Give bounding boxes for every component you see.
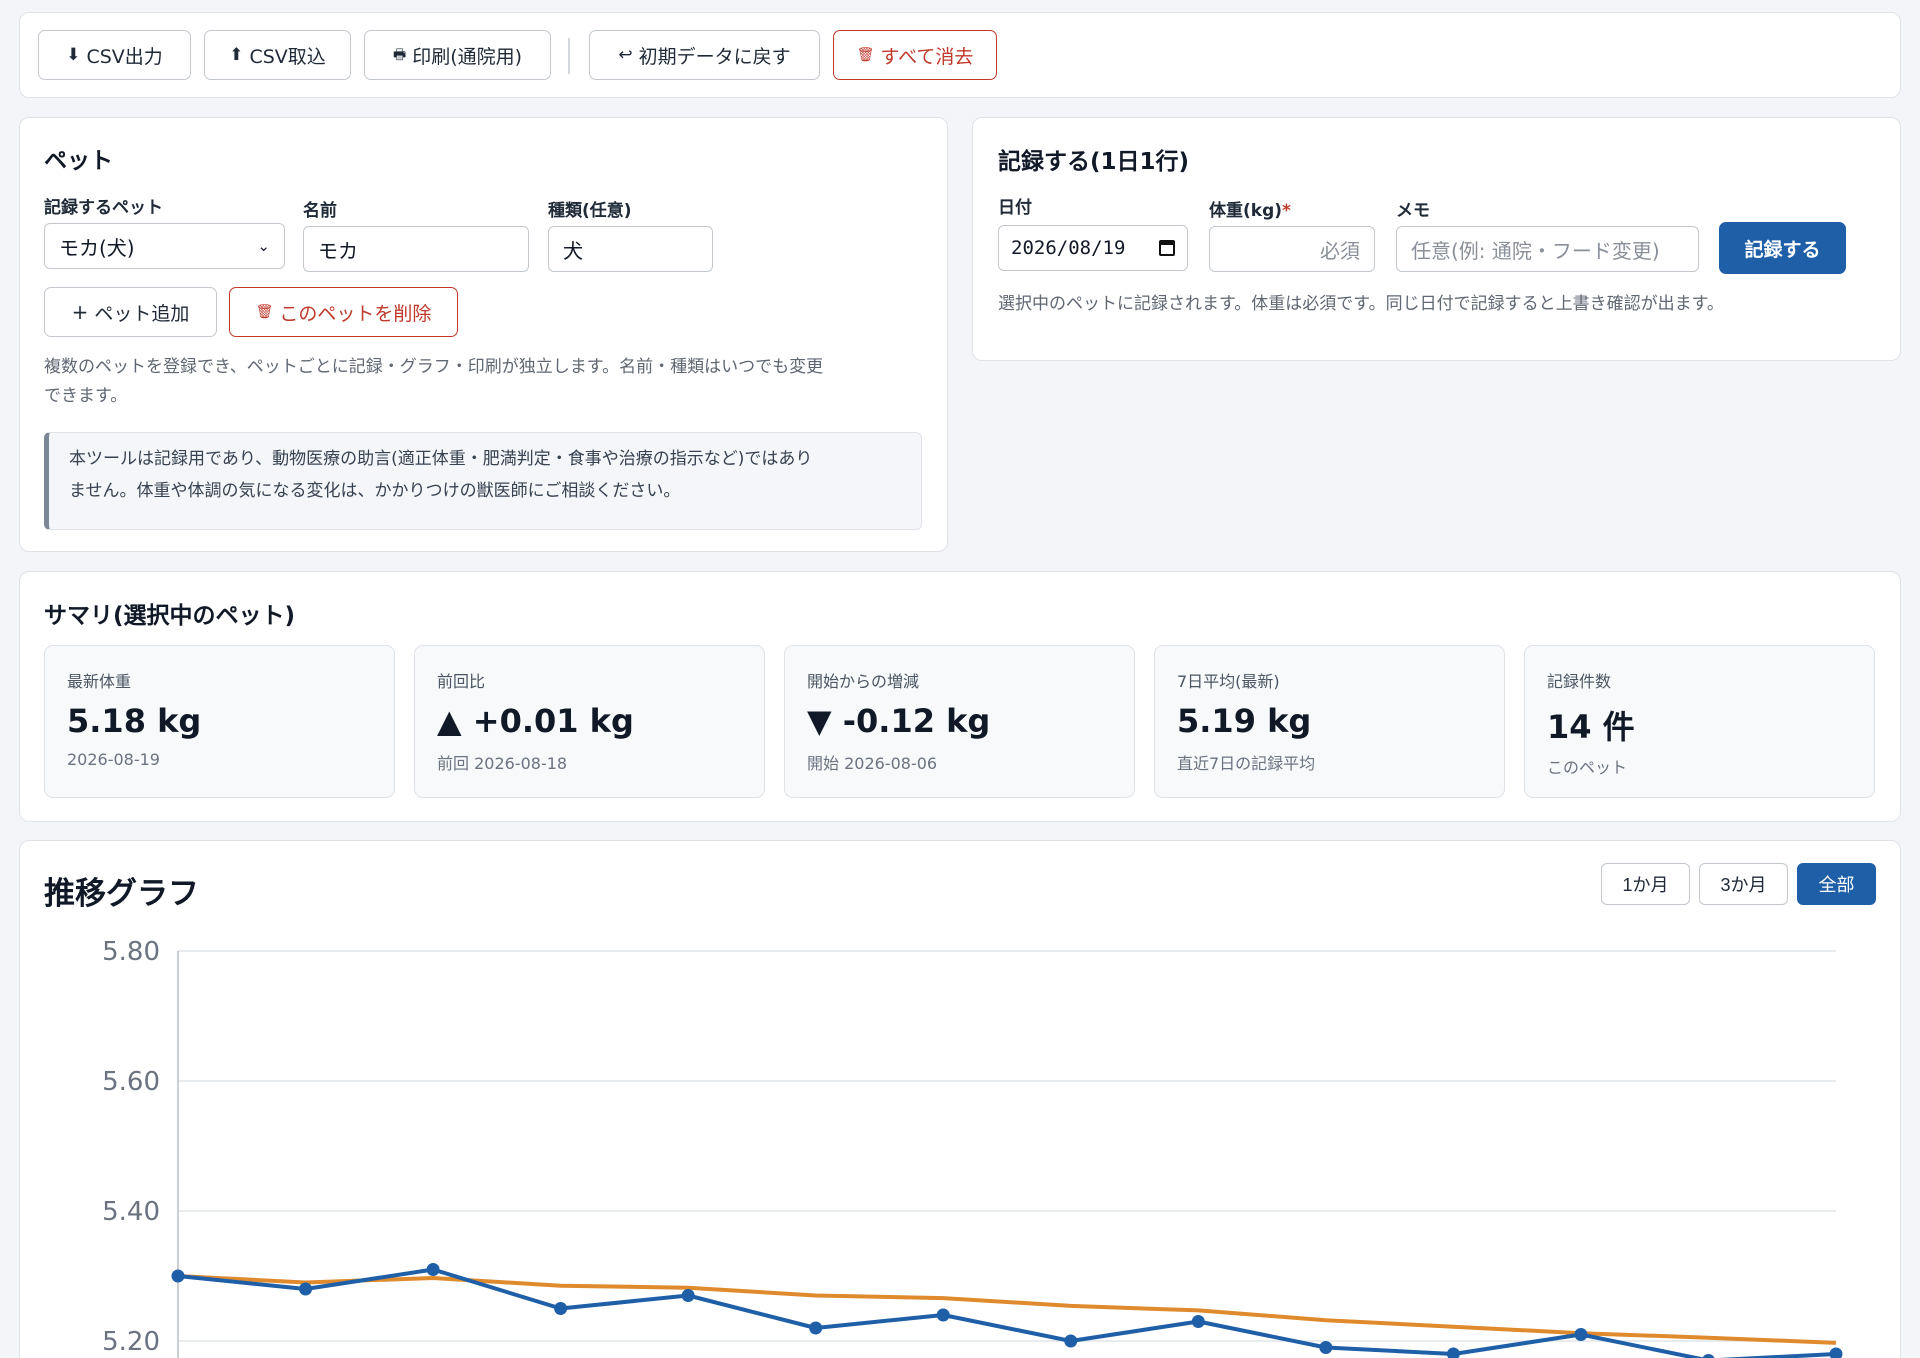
weight-data-point[interactable] bbox=[171, 1269, 185, 1283]
weight-chart: 5.80 5.60 5.40 5.20 bbox=[102, 937, 1843, 1358]
weight-data-point[interactable] bbox=[1064, 1334, 1078, 1348]
weight-data-point[interactable] bbox=[1829, 1347, 1843, 1358]
weight-data-point[interactable] bbox=[936, 1308, 950, 1322]
weight-data-point[interactable] bbox=[681, 1289, 695, 1302]
weight-data-point[interactable] bbox=[809, 1321, 823, 1335]
weight-data-point[interactable] bbox=[1191, 1315, 1205, 1328]
weight-data-point[interactable] bbox=[1702, 1354, 1715, 1358]
y-tick-label: 5.40 bbox=[102, 1197, 160, 1227]
weight-data-point[interactable] bbox=[554, 1302, 568, 1315]
weight-data-point[interactable] bbox=[299, 1282, 313, 1296]
weight-data-point[interactable] bbox=[1574, 1328, 1588, 1341]
y-tick-label: 5.20 bbox=[102, 1327, 160, 1357]
weight-series-line bbox=[177, 1267, 1837, 1358]
weight-data-point[interactable] bbox=[426, 1263, 440, 1276]
average-series-line bbox=[177, 1274, 1837, 1345]
weight-data-point[interactable] bbox=[1319, 1341, 1333, 1354]
y-tick-label: 5.60 bbox=[102, 1067, 160, 1097]
weight-data-point[interactable] bbox=[1446, 1347, 1460, 1358]
y-tick-label: 5.80 bbox=[102, 937, 160, 967]
